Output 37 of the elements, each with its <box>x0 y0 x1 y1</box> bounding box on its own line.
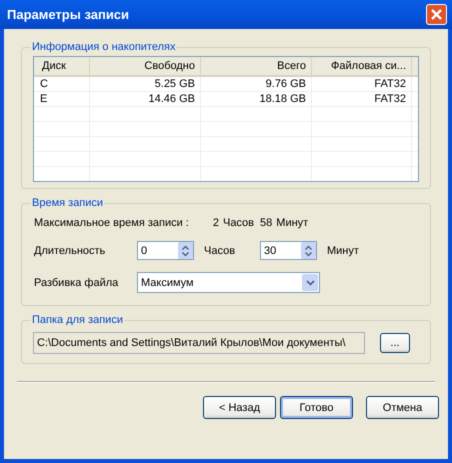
folder-path-field[interactable]: C:\Documents and Settings\Виталий Крылов\Мои документы\ <box>33 332 365 354</box>
table-cell: FAT32 <box>312 92 412 106</box>
spin-arrows-icon[interactable] <box>178 242 193 259</box>
dialog-button[interactable]: Отмена <box>366 396 439 419</box>
group-title: Время записи <box>31 197 104 209</box>
close-button[interactable] <box>426 4 447 25</box>
table-cell: E <box>34 92 90 106</box>
duration-label: Длительность <box>33 244 106 256</box>
table-cell: 18.18 GB <box>201 92 312 106</box>
table-cell: 9.76 GB <box>201 77 312 91</box>
table-cell: 14.46 GB <box>90 92 201 106</box>
column-header[interactable]: Всего <box>201 57 312 75</box>
column-header[interactable]: Диск <box>34 57 90 75</box>
window-title: Параметры записи <box>7 7 130 22</box>
column-header[interactable]: Свободно <box>90 57 201 75</box>
minutes-unit: Минут <box>276 217 308 229</box>
dialog-button[interactable]: < Назад <box>203 396 276 419</box>
hours-spinner[interactable]: 0 <box>137 241 194 260</box>
split-label: Разбивка файла <box>33 276 120 288</box>
spin-arrows-icon[interactable] <box>301 242 316 259</box>
table-cell: FAT32 <box>312 77 412 91</box>
table-cell: C <box>34 77 90 91</box>
minutes-unit: Минут <box>326 244 359 256</box>
hours-unit: Часов <box>222 217 254 229</box>
column-header[interactable]: Файловая си... <box>312 57 412 75</box>
split-dropdown[interactable]: Максимум <box>137 272 320 293</box>
browse-button[interactable]: ... <box>380 333 410 353</box>
hours-unit: Часов <box>203 244 236 256</box>
group-title: Папка для записи <box>31 314 124 326</box>
dialog-button[interactable]: Готово <box>280 396 353 419</box>
max-minutes-value: 58 <box>260 217 272 229</box>
group-title: Информация о накопителях <box>31 41 176 53</box>
max-time-label: Максимальное время записи : <box>34 217 189 229</box>
table-cell: 5.25 GB <box>90 77 201 91</box>
minutes-spinner[interactable]: 30 <box>260 241 317 260</box>
close-icon <box>430 8 443 21</box>
max-hours-value: 2 <box>212 217 219 229</box>
